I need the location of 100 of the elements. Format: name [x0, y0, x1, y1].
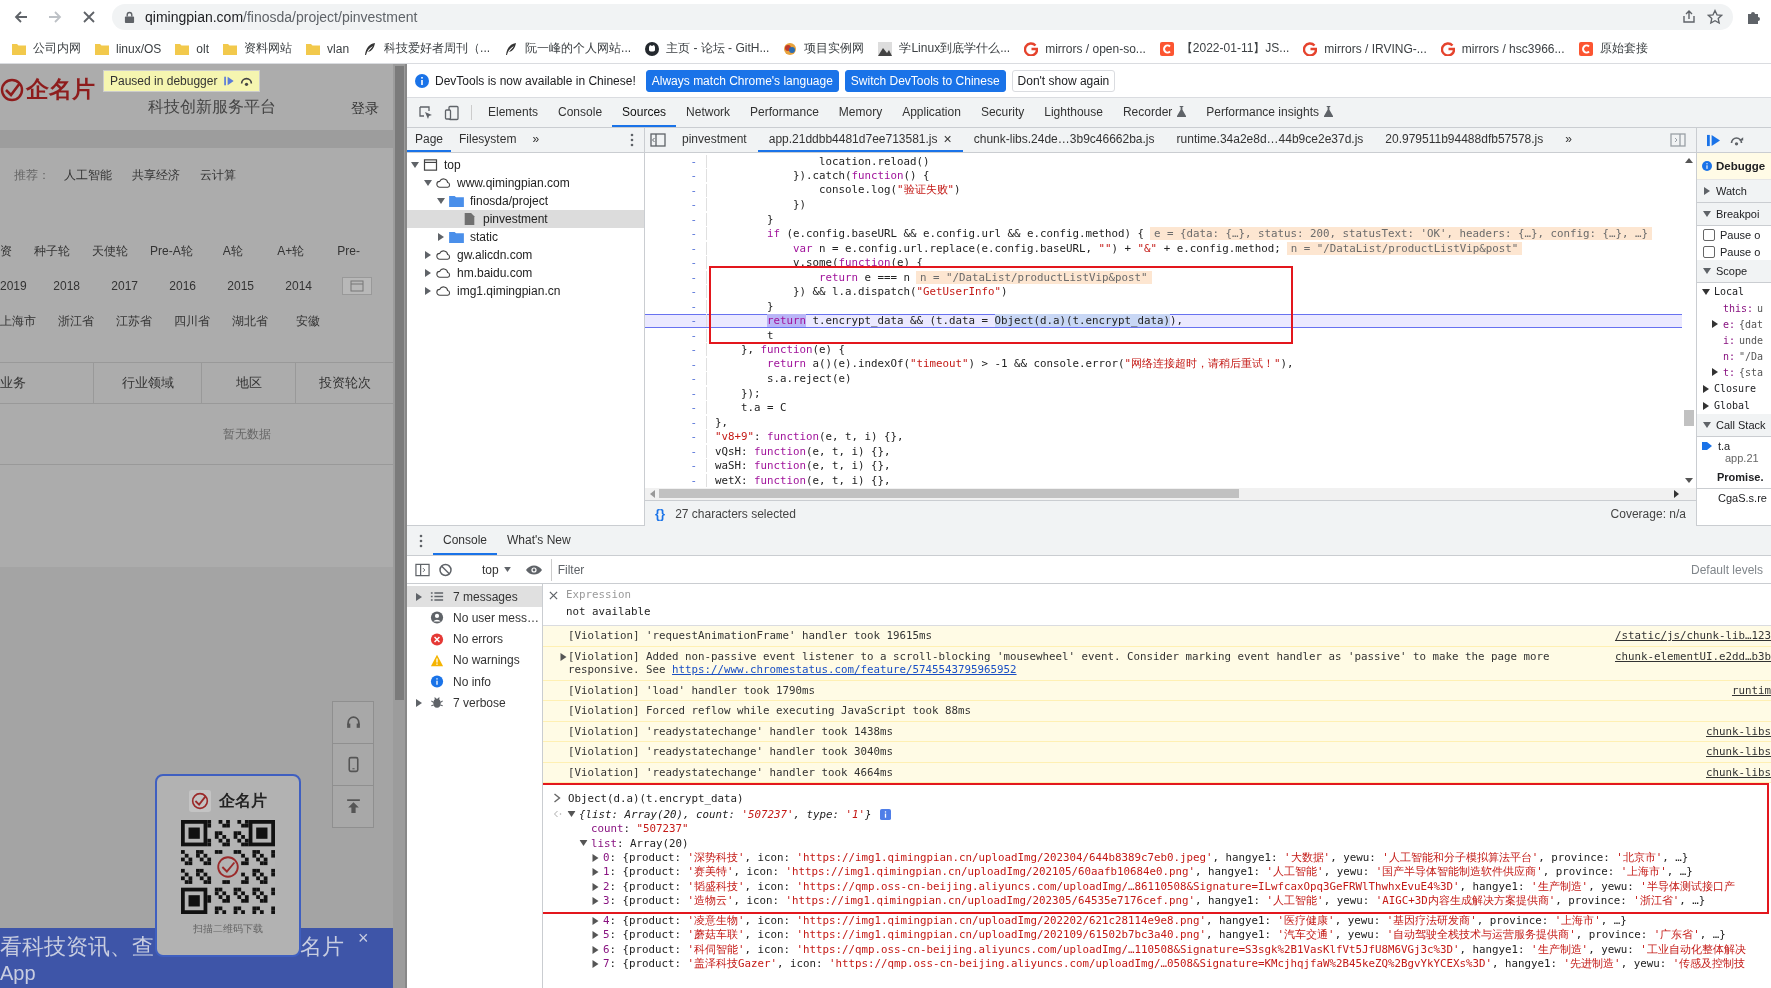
more-tabs-button[interactable]: »: [1554, 128, 1583, 152]
bookmark[interactable]: olt: [175, 41, 210, 56]
sidebar-toggle-icon[interactable]: [415, 562, 430, 577]
filter-option[interactable]: 种子轮: [23, 242, 81, 260]
close-button[interactable]: ×: [358, 928, 369, 949]
file-tab[interactable]: chunk-libs.24de…3b9c46662ba.js: [962, 128, 1166, 152]
levels-dropdown[interactable]: Default levels: [1685, 562, 1771, 577]
expand-arrow-icon[interactable]: [1703, 421, 1711, 429]
login-link[interactable]: 登录: [351, 100, 379, 118]
filter-option[interactable]: 2018: [37, 279, 96, 293]
filter-option[interactable]: A轮: [203, 242, 262, 260]
scrollbar[interactable]: [393, 64, 407, 988]
sidebar-toggle-icon[interactable]: [1670, 132, 1686, 148]
source-link[interactable]: chunk-libs: [1706, 765, 1771, 779]
expand-arrow-icon[interactable]: [579, 838, 588, 848]
resume-icon[interactable]: [222, 75, 236, 87]
bookmark[interactable]: mirrors / IRVING-...: [1303, 41, 1427, 56]
scope-group[interactable]: Closure: [1697, 380, 1771, 397]
filter-option[interactable]: 安徽: [279, 312, 337, 330]
bookmark[interactable]: 原始套接: [1578, 40, 1648, 57]
expand-arrow-icon[interactable]: [567, 809, 576, 819]
panel-tab[interactable]: Performance insights: [1196, 98, 1344, 127]
back-icon[interactable]: [13, 9, 29, 25]
message-filter-item[interactable]: 7 messages: [407, 586, 542, 607]
filter-option[interactable]: 2017: [95, 279, 154, 293]
checkbox[interactable]: [1703, 228, 1715, 241]
star-icon[interactable]: [1707, 9, 1723, 25]
infobar-button[interactable]: Always match Chrome's language: [645, 69, 839, 92]
drawer-tab[interactable]: What's New: [497, 526, 581, 555]
filter-option[interactable]: A+轮: [261, 242, 320, 260]
expand-arrow-icon[interactable]: [1703, 210, 1711, 218]
filter-option[interactable]: 江苏省: [105, 312, 163, 330]
bookmark[interactable]: mirrors / hsc3966...: [1440, 41, 1565, 56]
inspect-icon[interactable]: [418, 104, 434, 121]
filter-option[interactable]: 上海市: [0, 312, 47, 330]
filter-option[interactable]: Pre-: [319, 244, 378, 258]
file-tab[interactable]: app.21ddbb4481d7ee713581.js ×: [757, 128, 963, 152]
filter-option[interactable]: 天使轮: [81, 242, 139, 260]
call-frame[interactable]: CgaS.s.re: [1697, 489, 1771, 506]
message-filter-item[interactable]: No warnings: [407, 649, 542, 671]
expand-arrow-icon[interactable]: [424, 251, 432, 259]
message-filter-item[interactable]: 7 verbose: [407, 692, 542, 714]
scope-group[interactable]: Local: [1697, 283, 1771, 300]
scroll-thumb[interactable]: [395, 66, 404, 700]
panel-tab[interactable]: Network: [676, 98, 741, 127]
recommend-tag[interactable]: 共享经济: [132, 166, 180, 184]
scroll-right-icon[interactable]: [1674, 489, 1680, 498]
checkbox[interactable]: [1703, 245, 1715, 258]
filter-option[interactable]: 2019: [0, 279, 38, 293]
scrollbar[interactable]: [645, 487, 1696, 500]
navigator-tab[interactable]: Filesystem: [451, 128, 525, 152]
eye-icon[interactable]: [524, 563, 543, 576]
bookmark[interactable]: vlan: [306, 41, 350, 56]
panel-tab[interactable]: Application: [892, 98, 971, 127]
puzzle-icon[interactable]: [1745, 9, 1761, 25]
file-tree-item[interactable]: gw.alicdn.com: [407, 246, 644, 264]
message-filter-item[interactable]: No user mess…: [407, 607, 542, 629]
file-tree-item[interactable]: hm.baidu.com: [407, 264, 644, 282]
filter-option[interactable]: 2015: [211, 279, 270, 293]
share-icon[interactable]: [1681, 9, 1697, 25]
file-tree-item[interactable]: www.qimingpian.com: [407, 174, 644, 192]
scroll-thumb[interactable]: [659, 489, 1239, 498]
bookmark[interactable]: 公司内网: [12, 40, 81, 57]
section-header[interactable]: Scope: [1697, 260, 1771, 283]
expand-arrow-icon[interactable]: [1711, 320, 1719, 328]
source-link[interactable]: chunk-libs: [1706, 724, 1771, 738]
close-tab-button[interactable]: ×: [943, 131, 952, 147]
expand-arrow-icon[interactable]: [437, 233, 445, 241]
message-filter-item[interactable]: No info: [407, 671, 542, 693]
navigator-tab[interactable]: Page: [407, 128, 452, 152]
bookmark[interactable]: 资料网站: [223, 40, 293, 57]
bookmark[interactable]: 科技爱好者周刊（...: [363, 40, 491, 57]
scroll-down-icon[interactable]: [1685, 477, 1693, 484]
step-over-icon[interactable]: [240, 75, 254, 87]
filter-option[interactable]: 资: [0, 242, 23, 260]
context-dropdown[interactable]: top: [482, 562, 511, 577]
expand-arrow-icon[interactable]: [415, 699, 423, 707]
section-header[interactable]: Call Stack: [1697, 414, 1771, 437]
close-icon[interactable]: [549, 591, 558, 600]
infobar-button[interactable]: Don't show again: [1011, 69, 1116, 92]
file-tab[interactable]: runtime.34a2e8d…44b9ce2e37d.js: [1165, 128, 1375, 152]
filter-option[interactable]: 浙江省: [47, 312, 105, 330]
scroll-up-icon[interactable]: [1685, 157, 1693, 163]
sidebar-toggle-icon[interactable]: [650, 132, 666, 148]
panel-tab[interactable]: Performance: [740, 98, 829, 127]
bookmark[interactable]: 【2022-01-11】JS...: [1159, 40, 1290, 57]
filter-option[interactable]: Pre-A轮: [139, 242, 204, 260]
bookmark[interactable]: 阮一峰的个人网站...: [504, 40, 632, 57]
expand-arrow-icon[interactable]: [559, 652, 568, 661]
expand-arrow-icon[interactable]: [1702, 401, 1710, 410]
file-tree-item[interactable]: top: [407, 156, 644, 174]
bookmark[interactable]: 项目实例网: [783, 40, 865, 57]
section-header[interactable]: Watch: [1697, 180, 1771, 203]
clear-icon[interactable]: [438, 562, 453, 577]
more-options-icon[interactable]: [630, 133, 634, 147]
panel-tab[interactable]: Lighthouse: [1034, 98, 1113, 127]
bookmark[interactable]: 学Linux到底学什么...: [878, 40, 1011, 57]
filter-option[interactable]: 湖北省: [221, 312, 279, 330]
expand-arrow-icon[interactable]: [591, 960, 600, 969]
panel-tab[interactable]: Console: [548, 98, 613, 127]
